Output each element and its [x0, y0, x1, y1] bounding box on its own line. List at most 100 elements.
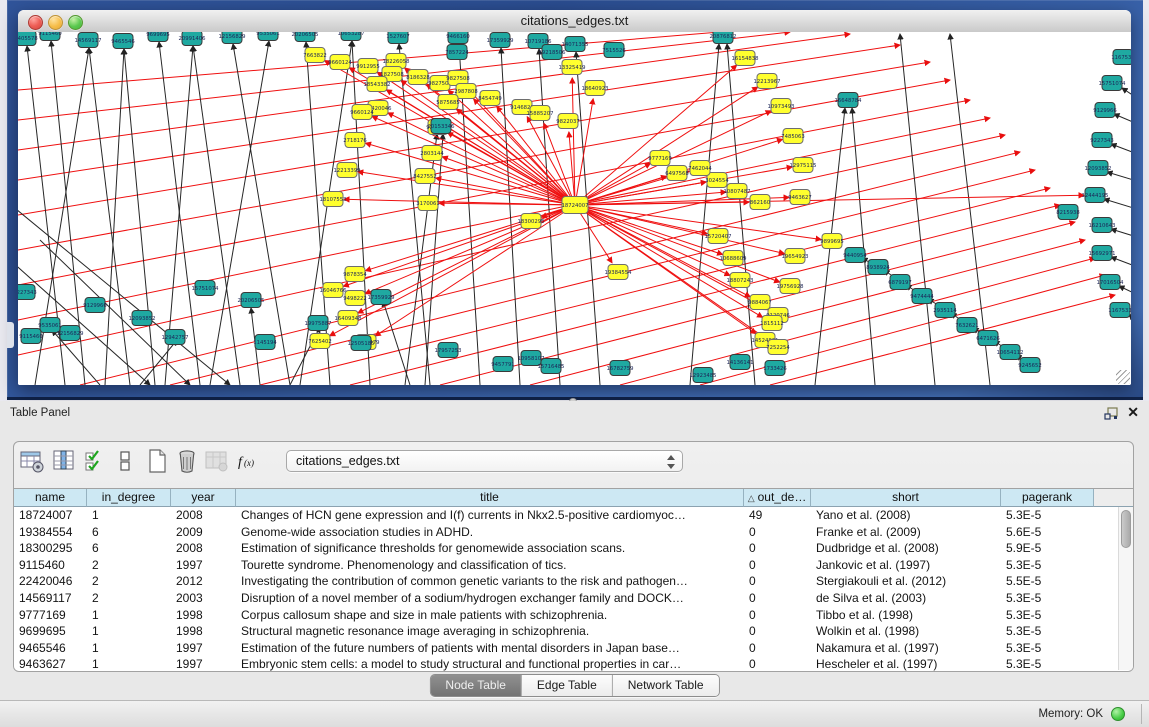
table-cell[interactable]: 0: [744, 573, 811, 590]
graph-node[interactable]: 9777169: [648, 151, 672, 166]
graph-node[interactable]: 8938924: [866, 260, 890, 275]
table-cell[interactable]: 19384554: [14, 524, 87, 541]
splitter-collapse-handle[interactable]: [7, 322, 14, 348]
graph-node[interactable]: 9440954: [843, 248, 867, 263]
table-cell[interactable]: 22420046: [14, 573, 87, 590]
graph-node[interactable]: 16210643: [1089, 218, 1116, 233]
row-selection-icon[interactable]: [84, 448, 104, 474]
graph-node[interactable]: 1815112: [760, 316, 784, 331]
table-cell[interactable]: 0: [744, 656, 811, 671]
show-columns-icon[interactable]: [51, 448, 77, 474]
tab-network-table[interactable]: Network Table: [612, 675, 719, 696]
table-cell[interactable]: 5.5E-5: [1001, 573, 1094, 590]
graph-node[interactable]: 7462044: [688, 161, 712, 176]
graph-node[interactable]: 16648784: [835, 93, 863, 108]
graph-node[interactable]: 9474444: [910, 289, 934, 304]
table-cell[interactable]: Embryonic stem cells: a model to study s…: [236, 656, 744, 671]
graph-node[interactable]: 6471626: [976, 331, 1000, 346]
table-cell[interactable]: 0: [744, 640, 811, 657]
graph-node[interactable]: 1145194: [253, 335, 277, 350]
graph-node[interactable]: 10973493: [768, 99, 795, 114]
table-cell[interactable]: 1997: [171, 656, 236, 671]
graph-node[interactable]: 20206505: [292, 32, 319, 42]
graph-node[interactable]: 9463627: [788, 190, 812, 205]
table-cell[interactable]: 1: [87, 507, 171, 524]
table-cell[interactable]: 9465546: [14, 640, 87, 657]
graph-node[interactable]: 10653287: [338, 32, 365, 41]
graph-node[interactable]: 9498222: [343, 291, 367, 306]
network-window-titlebar[interactable]: citations_edges.txt: [18, 10, 1131, 33]
graph-node[interactable]: 8186328: [406, 70, 430, 85]
float-panel-icon[interactable]: [1104, 406, 1119, 421]
graph-node[interactable]: 9660124: [328, 55, 352, 70]
table-cell[interactable]: 5.3E-5: [1001, 590, 1094, 607]
graph-node[interactable]: 15751074: [1099, 76, 1127, 91]
graph-node[interactable]: 9227343: [18, 285, 37, 300]
table-select-dropdown[interactable]: citations_edges.txt: [286, 450, 683, 472]
graph-node[interactable]: 18807243: [727, 273, 754, 288]
graph-node[interactable]: 9660124: [350, 105, 374, 120]
table-row[interactable]: 946362711997Embryonic stem cells: a mode…: [14, 656, 1133, 671]
graph-node[interactable]: 17359929: [487, 33, 514, 48]
table-cell[interactable]: 18724007: [14, 507, 87, 524]
graph-node[interactable]: 9466160: [446, 32, 470, 44]
graph-node[interactable]: 7625402: [308, 334, 332, 349]
graph-node[interactable]: 13325419: [559, 60, 586, 75]
graph-node[interactable]: 1527607: [386, 32, 410, 44]
graph-node[interactable]: 18543382: [364, 77, 391, 92]
tab-node-table[interactable]: Node Table: [430, 675, 521, 696]
import-table-icon[interactable]: [204, 448, 230, 474]
graph-node[interactable]: 6497568: [665, 166, 689, 181]
graph-node[interactable]: 9465546: [111, 34, 135, 49]
graph-node[interactable]: 12975115: [790, 158, 817, 173]
graph-node[interactable]: 12213399: [334, 163, 361, 178]
table-cell[interactable]: Dudbridge et al. (2008): [811, 540, 1001, 557]
table-cell[interactable]: 5.3E-5: [1001, 623, 1094, 640]
graph-node[interactable]: 16782759: [607, 361, 634, 376]
graph-node[interactable]: 12444195: [1082, 188, 1109, 203]
table-cell[interactable]: Nakamura et al. (1997): [811, 640, 1001, 657]
graph-node[interactable]: 8427552: [413, 169, 437, 184]
graph-hub-node[interactable]: 18724007: [562, 197, 589, 214]
table-cell[interactable]: 5.9E-5: [1001, 540, 1094, 557]
graph-node[interactable]: 9129966: [83, 298, 107, 313]
table-cell[interactable]: 5.3E-5: [1001, 656, 1094, 671]
graph-node[interactable]: 20206505: [238, 293, 265, 308]
scrollbar-thumb[interactable]: [1121, 510, 1131, 548]
graph-node[interactable]: 9878354: [343, 267, 367, 282]
column-header-short[interactable]: short: [811, 489, 1001, 507]
column-header-in_degree[interactable]: in_degree: [87, 489, 171, 507]
memory-status-indicator[interactable]: [1111, 707, 1125, 721]
graph-node[interactable]: 8454749: [478, 91, 502, 106]
graph-node[interactable]: 9822037: [556, 114, 580, 129]
graph-node[interactable]: 9115460: [38, 32, 62, 41]
table-cell[interactable]: Structural magnetic resonance image aver…: [236, 623, 744, 640]
graph-node[interactable]: 12942757: [162, 330, 189, 345]
table-row[interactable]: 2242004622012Investigating the contribut…: [14, 573, 1133, 590]
table-row[interactable]: 1938455462009Genome-wide association stu…: [14, 524, 1133, 541]
graph-node[interactable]: 6879197: [888, 275, 912, 290]
table-cell[interactable]: 2: [87, 590, 171, 607]
table-cell[interactable]: 18300295: [14, 540, 87, 557]
graph-node[interactable]: 7663822: [303, 48, 327, 63]
table-row[interactable]: 969969511998Structural magnetic resonanc…: [14, 623, 1133, 640]
graph-node[interactable]: 7857224: [445, 45, 469, 60]
table-cell[interactable]: 1997: [171, 640, 236, 657]
graph-node[interactable]: 7632621: [955, 318, 979, 333]
graph-node[interactable]: 2718176: [343, 133, 367, 148]
cell-stack-icon[interactable]: [118, 448, 132, 474]
graph-node[interactable]: 12923485: [690, 368, 717, 383]
table-cell[interactable]: 2008: [171, 507, 236, 524]
graph-node[interactable]: 20876812: [710, 32, 737, 44]
graph-node[interactable]: 5875685: [436, 95, 460, 110]
graph-node[interactable]: 7485063: [781, 129, 805, 144]
table-cell[interactable]: 5.3E-5: [1001, 507, 1094, 524]
table-cell[interactable]: Wolkin et al. (1998): [811, 623, 1001, 640]
table-row[interactable]: 911546021997Tourette syndrome. Phenomeno…: [14, 557, 1133, 574]
graph-node[interactable]: 8215938: [1056, 205, 1080, 220]
graph-node[interactable]: 12156829: [57, 326, 84, 341]
table-cell[interactable]: de Silva et al. (2003): [811, 590, 1001, 607]
graph-node[interactable]: 862160: [750, 195, 771, 210]
graph-node[interactable]: 15692971: [1089, 246, 1116, 261]
close-panel-icon[interactable]: ✕: [1127, 404, 1139, 421]
